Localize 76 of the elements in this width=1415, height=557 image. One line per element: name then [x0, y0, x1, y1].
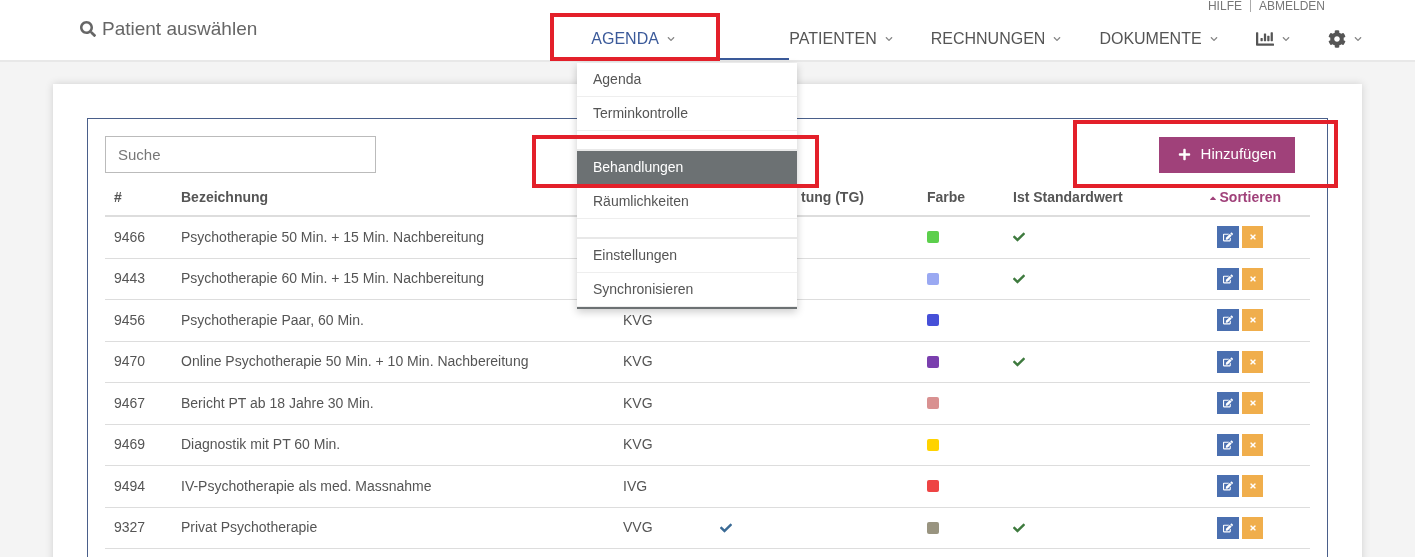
search-field[interactable]: Suche [105, 136, 376, 173]
edit-icon [1223, 522, 1233, 533]
column-header: Bezeichnung [180, 188, 269, 207]
sort-header[interactable]: Sortieren [1207, 187, 1291, 208]
edit-icon [1223, 273, 1233, 284]
menu-item[interactable]: Agenda [577, 63, 797, 97]
table-cell-text: Privat Psychotherapie [180, 518, 318, 538]
table-cell-text: 9443 [113, 269, 146, 289]
edit-button[interactable] [1217, 392, 1239, 415]
add-button[interactable]: Hinzufügen [1159, 136, 1295, 173]
column-header: Farbe [926, 188, 966, 207]
close-icon [1248, 274, 1257, 283]
top-link[interactable]: HILFE [1207, 0, 1242, 12]
edit-button[interactable] [1217, 267, 1239, 290]
table-cell-text: KVG [622, 393, 653, 413]
table-cell-text: 9470 [113, 352, 146, 372]
table-cell-text: KVG [622, 310, 653, 330]
table-cell-text: IV-Psychotherapie als med. Massnahme [180, 476, 432, 496]
menu-item[interactable]: Terminkontrolle [577, 97, 797, 131]
edit-icon [1223, 356, 1233, 367]
close-icon [1248, 233, 1257, 242]
table-cell-text: Bericht PT ab 18 Jahre 30 Min. [180, 393, 374, 413]
table-cell-text: Psychotherapie 60 Min. + 15 Min. Nachbereitung [180, 269, 485, 289]
table-cell-text: Psychotherapie 50 Min. + 15 Min. Nachbereitung [180, 227, 485, 247]
table-cell-text: KVG [622, 435, 653, 455]
edit-button[interactable] [1217, 350, 1239, 373]
edit-icon [1223, 232, 1233, 243]
chevron-icon [884, 35, 893, 43]
table-cell-text: Psychotherapie Paar, 60 Min. [180, 310, 364, 330]
edit-icon [1223, 481, 1233, 492]
chevron-icon [1281, 35, 1290, 43]
chevron-icon [1353, 35, 1362, 43]
table-cell-text: 9466 [113, 227, 146, 247]
bar-chart-icon [1255, 30, 1274, 48]
nav-tab[interactable]: RECHNUNGEN [930, 20, 1100, 60]
menu-item[interactable]: Einstellungen [577, 239, 797, 273]
nav-tab[interactable]: PATIENTEN [789, 20, 931, 60]
close-icon [1248, 482, 1257, 491]
close-icon [1248, 316, 1257, 325]
column-header: # [113, 188, 122, 207]
close-icon [1248, 440, 1257, 449]
nav-tab[interactable]: DOKUMENTE [1099, 20, 1256, 60]
edit-icon [1223, 439, 1233, 450]
chevron-icon [1053, 35, 1062, 43]
edit-button[interactable] [1217, 226, 1239, 249]
plus-icon [1177, 148, 1191, 161]
edit-icon [1223, 398, 1233, 409]
settings-icon [1327, 30, 1346, 48]
column-header: Ist Standardwert [1012, 188, 1123, 207]
table-cell-text: 9494 [113, 476, 146, 496]
edit-button[interactable] [1217, 475, 1239, 498]
edit-button[interactable] [1217, 309, 1239, 332]
nav-tab[interactable]: AGENDA [569, 20, 790, 60]
chevron-icon [666, 35, 675, 43]
close-icon [1248, 399, 1257, 408]
close-icon [1248, 357, 1257, 366]
table-cell-text: Online Psychotherapie 50 Min. + 10 Min. Nachbereitung [180, 352, 529, 372]
edit-button[interactable] [1217, 433, 1239, 456]
table-cell-text: 9469 [113, 435, 146, 455]
edit-button[interactable] [1217, 516, 1239, 539]
menu-item[interactable]: Räumlichkeiten [577, 185, 797, 219]
table-cell-text: IVG [622, 476, 648, 496]
menu-item[interactable]: Behandlungen [577, 151, 797, 185]
table-cell-text: 9467 [113, 393, 146, 413]
table-cell-text: VVG [622, 518, 653, 538]
patient-select-button[interactable]: Patient auswählen [80, 14, 258, 43]
close-icon [1248, 523, 1257, 532]
table-cell-text: Diagnostik mit PT 60 Min. [180, 435, 341, 455]
search-icon [80, 20, 96, 37]
chevron-icon [1209, 35, 1218, 43]
edit-icon [1223, 315, 1233, 326]
menu-item[interactable]: Synchronisieren [577, 273, 797, 307]
column-header: tung (TG) [800, 188, 864, 207]
table-cell-text: 9456 [113, 310, 146, 330]
table-cell-text: KVG [622, 352, 653, 372]
table-cell-text: 9327 [113, 518, 146, 538]
